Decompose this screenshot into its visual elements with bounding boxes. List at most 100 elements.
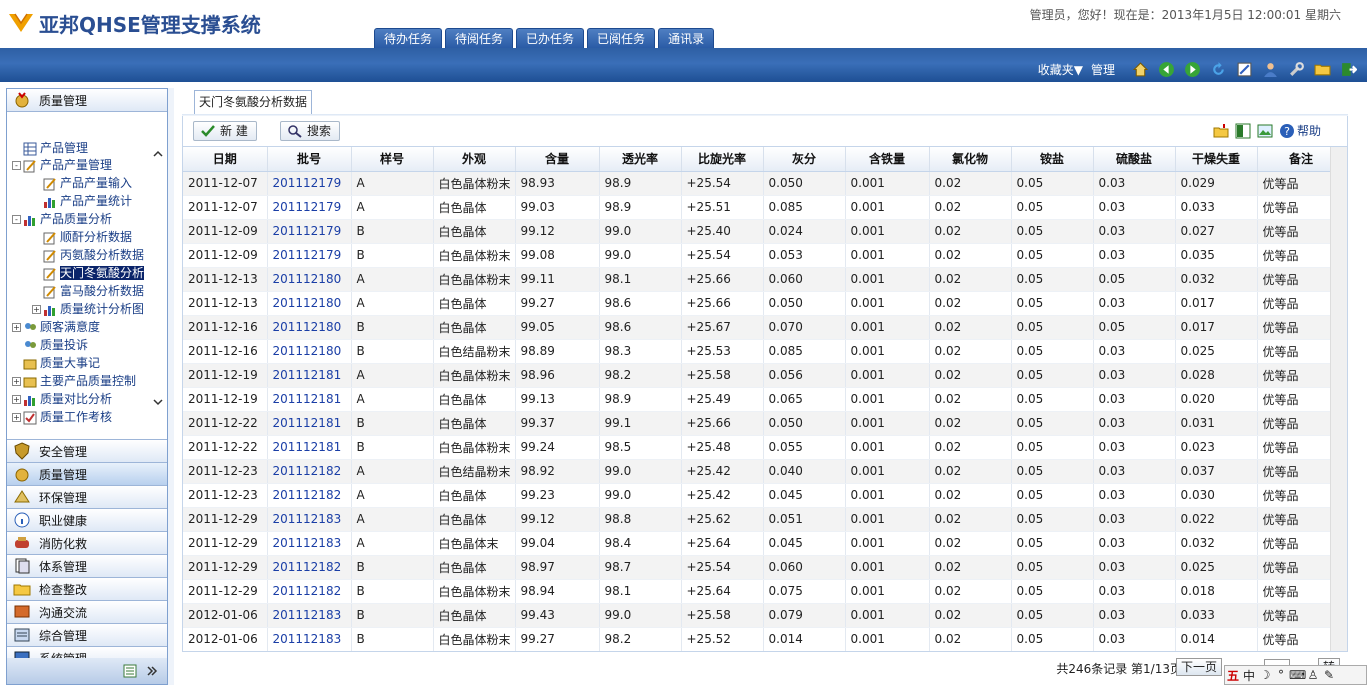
logout-icon[interactable] — [1340, 61, 1357, 78]
batch-link[interactable]: 201112181 — [267, 411, 352, 436]
list-view-icon[interactable] — [123, 664, 137, 678]
module-2[interactable]: 环保管理 — [7, 486, 167, 509]
tree-item[interactable]: 顺酐分析数据 — [32, 229, 132, 246]
table-row[interactable]: 2011-12-29 201112183 A 白色晶体 99.12 98.8 +25.62 0… — [183, 507, 1346, 532]
module-1[interactable]: 质量管理 — [7, 463, 167, 486]
tab-to-read[interactable]: 待阅任务 — [445, 28, 514, 48]
tab-read[interactable]: 已阅任务 — [587, 28, 656, 48]
tree-item[interactable]: + 质量工作考核 — [12, 409, 112, 426]
batch-link[interactable]: 201112179 — [267, 171, 352, 196]
batch-link[interactable]: 201112183 — [267, 627, 352, 651]
table-row[interactable]: 2011-12-23 201112182 A 白色晶体 99.23 99.0 +25.42 0… — [183, 483, 1346, 508]
table-row[interactable]: 2011-12-16 201112180 B 白色结晶粉末 98.89 98.3 +25.5… — [183, 339, 1346, 364]
tree-item[interactable]: 丙氨酸分析数据 — [32, 247, 144, 264]
tree-item[interactable]: - 产品质量分析 — [12, 211, 112, 228]
tree-toggle-icon[interactable]: + — [12, 323, 21, 332]
tab-done[interactable]: 已办任务 — [516, 28, 585, 48]
module-7[interactable]: 沟通交流 — [7, 601, 167, 624]
module-8[interactable]: 综合管理 — [7, 624, 167, 647]
module-4[interactable]: 消防化救 — [7, 532, 167, 555]
table-row[interactable]: 2011-12-07 201112179 A 白色晶体 99.03 98.9 +25.51 0… — [183, 195, 1346, 220]
table-row[interactable]: 2011-12-23 201112182 A 白色结晶粉末 98.92 99.0 +25.4… — [183, 459, 1346, 484]
module-3[interactable]: 职业健康 — [7, 509, 167, 532]
table-row[interactable]: 2011-12-29 201112183 A 白色晶体末 99.04 98.4 +25.64… — [183, 531, 1346, 556]
tree-toggle-icon[interactable]: + — [12, 377, 21, 386]
column-header[interactable]: 批号 — [267, 147, 352, 172]
tree-item[interactable]: + 质量统计分析图 — [32, 301, 144, 318]
grid-scrollbar[interactable] — [1330, 147, 1347, 651]
tree-item[interactable]: 产品产量输入 — [32, 175, 132, 192]
table-row[interactable]: 2011-12-19 201112181 A 白色晶体 99.13 98.9 +25.49 0… — [183, 387, 1346, 412]
batch-link[interactable]: 201112183 — [267, 531, 352, 556]
next-page-button[interactable]: 下一页 — [1175, 658, 1222, 676]
tree-scrollbar[interactable] — [151, 148, 165, 410]
column-header[interactable]: 灰分 — [763, 147, 846, 172]
excel-icon[interactable] — [1235, 123, 1251, 139]
tree-toggle-icon[interactable]: + — [12, 395, 21, 404]
expand-icon[interactable] — [145, 664, 159, 678]
batch-link[interactable]: 201112182 — [267, 555, 352, 580]
table-row[interactable]: 2011-12-09 201112179 B 白色晶体粉末 99.08 99.0 +25.5… — [183, 243, 1346, 268]
table-row[interactable]: 2011-12-07 201112179 A 白色晶体粉末 98.93 98.9 +25.5… — [183, 171, 1346, 196]
table-row[interactable]: 2011-12-19 201112181 A 白色晶体粉末 98.96 98.2 +25.5… — [183, 363, 1346, 388]
column-header[interactable]: 比旋光率 — [681, 147, 764, 172]
help-link[interactable]: 帮助 — [1297, 122, 1321, 139]
batch-link[interactable]: 201112181 — [267, 435, 352, 460]
table-row[interactable]: 2011-12-29 201112182 B 白色晶体 98.97 98.7 +25.54 0… — [183, 555, 1346, 580]
tree-item[interactable]: + 顾客满意度 — [12, 319, 100, 336]
batch-link[interactable]: 201112183 — [267, 507, 352, 532]
back-icon[interactable] — [1158, 61, 1175, 78]
ime-moon-icon[interactable]: ☽ — [1257, 668, 1273, 682]
column-header[interactable]: 含量 — [515, 147, 600, 172]
tab-contacts[interactable]: 通讯录 — [658, 28, 715, 48]
batch-link[interactable]: 201112182 — [267, 483, 352, 508]
tree-item[interactable]: + 主要产品质量控制 — [12, 373, 136, 390]
folder-icon[interactable] — [1314, 61, 1331, 78]
tree-toggle-icon[interactable]: + — [12, 413, 21, 422]
ime-keyboard-icon[interactable]: ⌨ — [1289, 668, 1306, 682]
column-header[interactable]: 含铁量 — [845, 147, 930, 172]
new-button[interactable]: 新 建 — [193, 121, 257, 141]
batch-link[interactable]: 201112179 — [267, 243, 352, 268]
forward-icon[interactable] — [1184, 61, 1201, 78]
column-header[interactable]: 硫酸盐 — [1093, 147, 1176, 172]
export-folder-icon[interactable] — [1213, 123, 1229, 139]
batch-link[interactable]: 201112183 — [267, 603, 352, 628]
ime-logo-icon[interactable]: 五 — [1225, 667, 1241, 684]
manage-link[interactable]: 管理 — [1091, 61, 1115, 78]
content-tab[interactable]: 天门冬氨酸分析数据 — [194, 90, 313, 114]
search-button[interactable]: 搜索 — [280, 121, 341, 141]
tab-todo[interactable]: 待办任务 — [374, 28, 443, 48]
image-icon[interactable] — [1257, 123, 1273, 139]
table-row[interactable]: 2012-01-06 201112183 B 白色晶体 99.43 99.0 +25.58 0… — [183, 603, 1346, 628]
tree-item[interactable]: 天门冬氨酸分析 — [32, 265, 145, 282]
tree-item[interactable]: 质量投诉 — [12, 337, 88, 354]
table-row[interactable]: 2012-01-06 201112183 B 白色晶体粉末 99.27 98.2 +25.5… — [183, 627, 1346, 651]
table-row[interactable]: 2011-12-09 201112179 B 白色晶体 99.12 99.0 +25.40 0… — [183, 219, 1346, 244]
batch-link[interactable]: 201112181 — [267, 363, 352, 388]
sidebar-section-header[interactable]: 质量管理 — [7, 89, 167, 112]
wrench-icon[interactable] — [1288, 61, 1305, 78]
column-header[interactable]: 氯化物 — [929, 147, 1012, 172]
ime-lang-icon[interactable]: 中 — [1241, 667, 1257, 684]
module-5[interactable]: 体系管理 — [7, 555, 167, 578]
ime-punct-icon[interactable]: ° — [1273, 668, 1289, 682]
batch-link[interactable]: 201112179 — [267, 219, 352, 244]
user-icon[interactable] — [1262, 61, 1279, 78]
column-header[interactable]: 干燥失重 — [1175, 147, 1258, 172]
batch-link[interactable]: 201112180 — [267, 267, 352, 292]
batch-link[interactable]: 201112182 — [267, 459, 352, 484]
batch-link[interactable]: 201112179 — [267, 195, 352, 220]
tree-toggle-icon[interactable]: + — [32, 305, 41, 314]
note-icon[interactable] — [1236, 61, 1253, 78]
table-row[interactable]: 2011-12-13 201112180 A 白色晶体粉末 99.11 98.1 +25.6… — [183, 267, 1346, 292]
tree-item[interactable]: 质量大事记 — [12, 355, 100, 372]
batch-link[interactable]: 201112180 — [267, 339, 352, 364]
batch-link[interactable]: 201112180 — [267, 291, 352, 316]
column-header[interactable]: 铵盐 — [1011, 147, 1094, 172]
ime-settings-icon[interactable]: ✎ — [1321, 668, 1337, 682]
refresh-icon[interactable] — [1210, 61, 1227, 78]
tree-item[interactable]: - 产品产量管理 — [12, 157, 112, 174]
batch-link[interactable]: 201112182 — [267, 579, 352, 604]
column-header[interactable]: 透光率 — [599, 147, 682, 172]
